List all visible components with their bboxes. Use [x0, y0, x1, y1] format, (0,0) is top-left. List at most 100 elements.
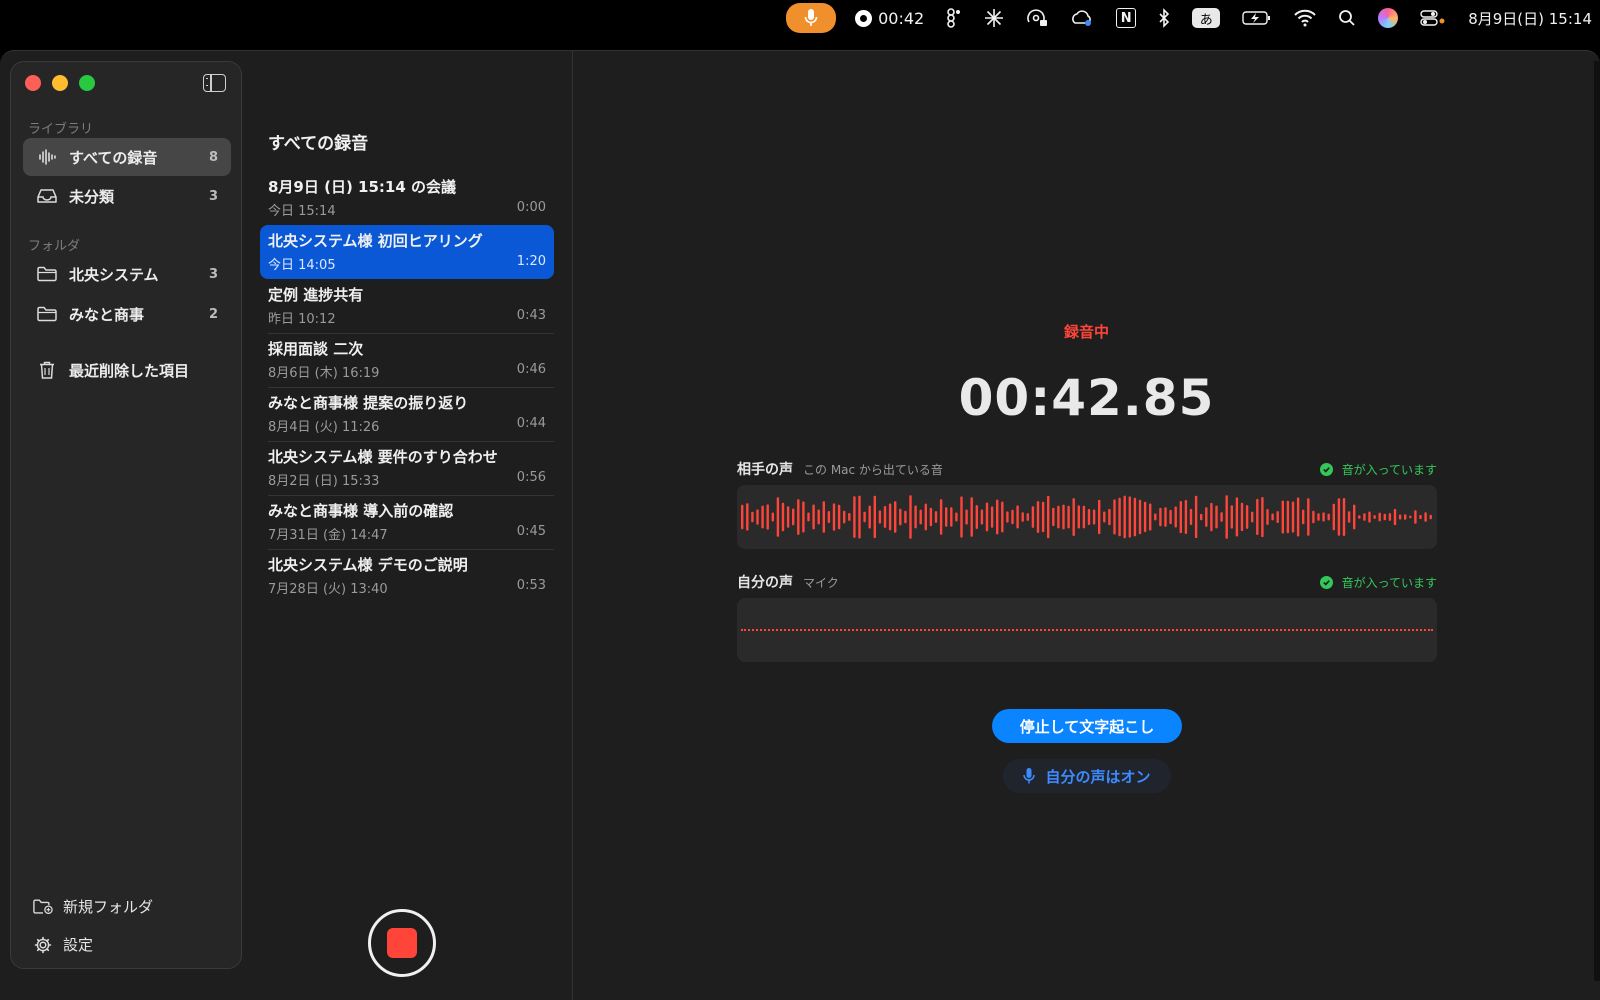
waveform-bar — [761, 505, 764, 529]
perplexity-icon[interactable] — [973, 0, 1015, 36]
list-item[interactable]: 北央システム様 要件のすり合わせ 8月2日 (日) 15:33 0:56 — [260, 441, 554, 495]
waveform-bar — [776, 497, 780, 537]
waveform-bar — [1332, 503, 1335, 531]
waveform-bar — [1082, 505, 1086, 529]
sidebar-item-label: 北央システム — [69, 265, 159, 284]
waveform-bar — [1276, 511, 1279, 523]
menu-bar: 00:42 N あ 8月9日(日) 15:14 — [0, 0, 1600, 36]
waveform-bar — [945, 507, 948, 527]
waveform-bar — [1261, 497, 1264, 538]
sidebar-item-count: 3 — [208, 266, 218, 282]
waveform-bar — [1072, 498, 1075, 536]
list-item[interactable]: 8月9日 (日) 15:14 の会議 今日 15:14 0:00 — [260, 171, 554, 225]
track-name: 自分の声 — [737, 575, 793, 591]
sidebar-item-uncategorized[interactable]: 未分類 3 — [23, 177, 231, 215]
stop-and-transcribe-button[interactable]: 停止して文字起こし — [992, 709, 1182, 743]
waveform-bar — [1317, 513, 1320, 521]
waveform-bar — [1098, 499, 1101, 535]
waveform-bar — [985, 502, 989, 532]
recording-date: 8月6日 (木) 16:19 — [268, 366, 380, 381]
list-item[interactable]: 採用面談 二次 8月6日 (木) 16:19 0:46 — [260, 333, 554, 387]
waveform-bar — [863, 511, 866, 523]
waveform-bar — [1021, 512, 1024, 522]
control-center-icon[interactable] — [1409, 0, 1457, 36]
mic-toggle-button[interactable]: 自分の声はオン — [1003, 759, 1171, 793]
inbox-tray-icon — [37, 186, 57, 206]
settings-button[interactable]: 設定 — [33, 934, 93, 955]
recording-date: 昨日 10:12 — [268, 312, 336, 327]
siri-icon[interactable] — [1378, 8, 1399, 28]
waveform-bar — [1026, 513, 1029, 521]
battery-charging-icon[interactable] — [1231, 0, 1283, 36]
close-window-button[interactable] — [25, 75, 41, 91]
sidebar-toggle-icon[interactable] — [203, 74, 226, 92]
waveform-bar — [1322, 512, 1325, 522]
waveform-bar — [1220, 512, 1223, 522]
zoom-window-button[interactable] — [79, 75, 95, 91]
waveform-bar — [1266, 509, 1269, 525]
list-item[interactable]: 北央システム様 デモのご説明 7月28日 (火) 13:40 0:53 — [260, 549, 554, 603]
system-audio-track-header: 相手の声 この Mac から出ている音 音が入っています — [737, 459, 1437, 479]
waveform-bar — [822, 501, 825, 533]
waveform-bar — [888, 503, 892, 531]
waveform-bar — [807, 512, 810, 522]
waveform-bar — [1189, 508, 1193, 525]
input-method-icon[interactable]: あ — [1192, 8, 1221, 28]
recording-date: 7月31日 (金) 14:47 — [268, 528, 388, 543]
mic-flat-line — [741, 629, 1433, 631]
recording-list: すべての録音 8月9日 (日) 15:14 の会議 今日 15:14 0:00 北… — [252, 51, 572, 1000]
recording-date: 8月2日 (日) 15:33 — [268, 474, 380, 489]
menubar-clock[interactable]: 8月9日(日) 15:14 — [1457, 0, 1600, 36]
microphone-icon — [1023, 768, 1036, 784]
waveform-bar — [1031, 506, 1035, 528]
privacy-lock-icon[interactable] — [1015, 0, 1059, 36]
waveform-bar — [955, 512, 958, 522]
menubar-recording-indicator[interactable]: 00:42 — [844, 0, 935, 36]
menubar-recording-time: 00:42 — [878, 8, 925, 28]
sidebar-item-folder-hokuo[interactable]: 北央システム 3 — [23, 255, 231, 293]
stop-recording-button[interactable] — [368, 909, 436, 977]
list-item[interactable]: みなと商事様 導入前の確認 7月31日 (金) 14:47 0:45 — [260, 495, 554, 549]
list-item[interactable]: 定例 進捗共有 昨日 10:12 0:43 — [260, 279, 554, 333]
waveform-bar — [1353, 504, 1356, 530]
waveform-bar — [1036, 501, 1040, 533]
waveform-bar — [965, 509, 968, 525]
sidebar-item-all-recordings[interactable]: すべての録音 8 — [23, 138, 231, 176]
spotlight-search-icon[interactable] — [1327, 0, 1367, 36]
figma-icon[interactable] — [935, 0, 973, 36]
waveform-bar — [1041, 501, 1045, 533]
wifi-icon[interactable] — [1283, 0, 1327, 36]
waveform-bar — [812, 504, 815, 530]
sidebar-item-recently-deleted[interactable]: 最近削除した項目 — [23, 351, 231, 389]
recording-duration: 0:00 — [516, 200, 546, 215]
notion-icon[interactable]: N — [1116, 8, 1137, 28]
track-source: マイク — [803, 575, 839, 590]
recording-duration: 0:43 — [516, 308, 546, 323]
list-item[interactable]: みなと商事様 提案の振り返り 8月4日 (火) 11:26 0:44 — [260, 387, 554, 441]
recording-duration: 0:46 — [516, 362, 546, 377]
sidebar: ライブラリ すべての録音 8 未分類 3 フォルダ 北央システム 3 みなと商事… — [10, 61, 242, 969]
waveform-bar — [1393, 508, 1397, 526]
waveform-bar — [1398, 514, 1402, 520]
mic-in-use-icon[interactable] — [786, 3, 837, 33]
sidebar-item-count: 2 — [208, 306, 218, 322]
waveform-bar — [741, 504, 744, 530]
new-folder-button[interactable]: 新規フォルダ — [33, 896, 153, 917]
sidebar-item-folder-minato[interactable]: みなと商事 2 — [23, 295, 231, 333]
cloud-sync-icon[interactable] — [1059, 0, 1105, 36]
track-status-label: 音が入っています — [1341, 462, 1437, 477]
app-window: ライブラリ すべての録音 8 未分類 3 フォルダ 北央システム 3 みなと商事… — [0, 50, 1600, 1000]
bluetooth-icon[interactable] — [1147, 0, 1181, 36]
track-status: 音が入っています — [1319, 574, 1437, 591]
recording-date: 今日 15:14 — [268, 204, 336, 219]
list-item-selected[interactable]: 北央システム様 初回ヒアリング 今日 14:05 1:20 — [260, 225, 554, 279]
recording-title: 8月9日 (日) 15:14 の会議 — [268, 178, 456, 196]
library-section-label: ライブラリ — [28, 122, 94, 137]
checkmark-icon — [1319, 462, 1333, 476]
waveform-bar — [1296, 497, 1300, 537]
waveform-bar — [878, 510, 882, 524]
waveform-bar — [1414, 510, 1417, 524]
minimize-window-button[interactable] — [52, 75, 68, 91]
waveform-bar — [1016, 505, 1019, 529]
waveform-bar — [1011, 509, 1014, 525]
